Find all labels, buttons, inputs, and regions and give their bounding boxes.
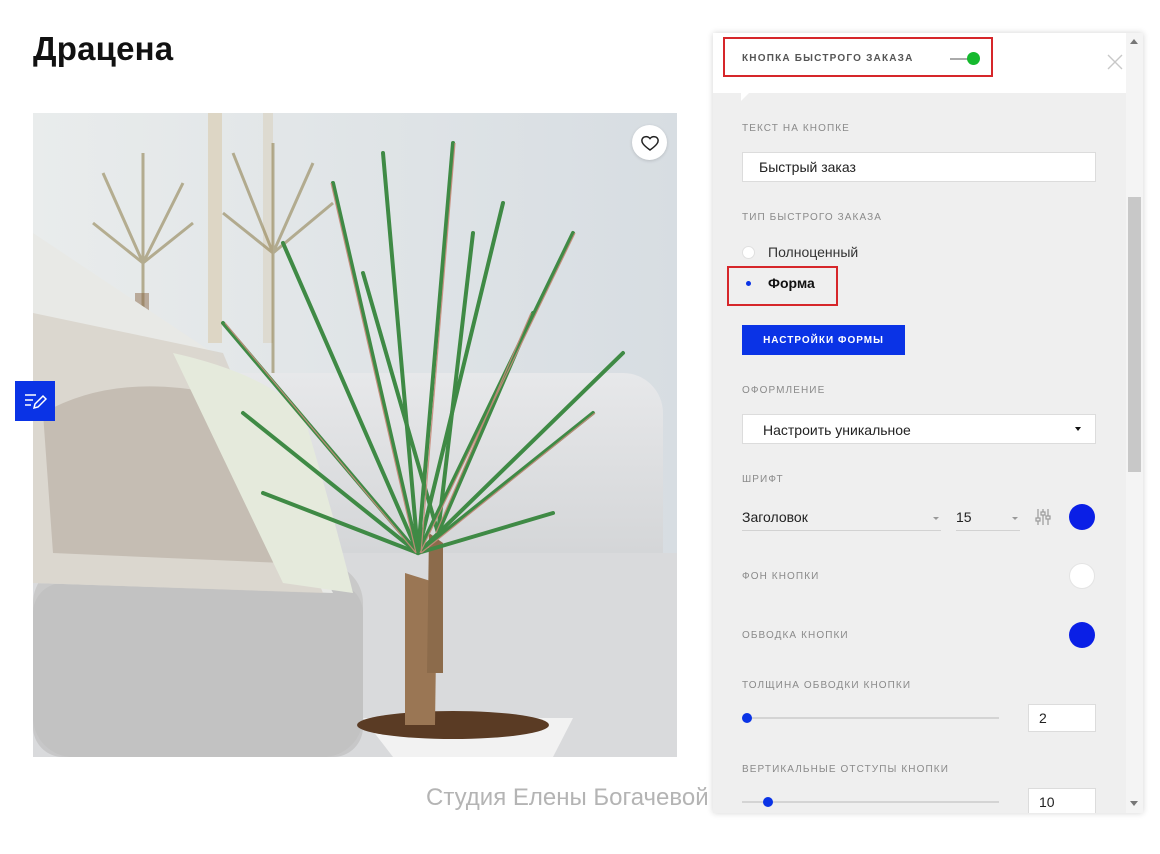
design-select-value: Настроить уникальное	[763, 422, 911, 438]
font-color-swatch[interactable]	[1069, 504, 1095, 530]
border-width-input[interactable]: 2	[1028, 704, 1096, 732]
close-icon[interactable]	[1106, 53, 1124, 71]
product-photo[interactable]	[33, 113, 677, 757]
panel-scrollbar[interactable]	[1126, 33, 1143, 813]
vertical-padding-label: ВЕРТИКАЛЬНЫЕ ОТСТУПЫ КНОПКИ	[742, 764, 949, 775]
vertical-padding-slider[interactable]	[742, 795, 999, 809]
product-title: Драцена	[33, 30, 174, 67]
quick-order-button-label: КНОПКА БЫСТРОГО ЗАКАЗА	[742, 53, 914, 64]
font-size-arrow-icon	[1012, 517, 1018, 520]
order-type-option-full-label: Полноценный	[768, 244, 859, 260]
order-type-option-form[interactable]: Форма	[742, 273, 815, 293]
dracaena-photo-illustration	[33, 113, 677, 757]
border-width-slider[interactable]	[742, 711, 999, 725]
button-border-label: ОБВОДКА КНОПКИ	[742, 630, 849, 641]
sliders-icon[interactable]	[1034, 508, 1052, 526]
studio-caption: Студия Елены Богачевой	[426, 784, 709, 811]
button-border-swatch[interactable]	[1069, 622, 1095, 648]
font-size-select[interactable]: 15	[956, 507, 1020, 531]
scroll-up-arrow-icon[interactable]	[1130, 39, 1138, 44]
button-background-label: ФОН КНОПКИ	[742, 571, 820, 582]
font-size-value: 15	[956, 509, 972, 525]
vertical-padding-slider-handle[interactable]	[763, 797, 773, 807]
font-label: ШРИФТ	[742, 474, 784, 485]
quick-order-toggle[interactable]	[950, 51, 982, 67]
border-width-slider-handle[interactable]	[742, 713, 752, 723]
quick-order-settings-panel: КНОПКА БЫСТРОГО ЗАКАЗА ТЕКСТ НА КНОПКЕ Б…	[713, 33, 1143, 813]
font-family-arrow-icon	[933, 517, 939, 520]
dropdown-arrow-icon	[1075, 427, 1081, 431]
form-settings-button[interactable]: НАСТРОЙКИ ФОРМЫ	[742, 325, 905, 355]
order-type-option-full[interactable]: Полноценный	[742, 242, 858, 262]
edit-block-button[interactable]	[15, 381, 55, 421]
order-type-option-form-label: Форма	[768, 275, 815, 291]
heart-icon	[640, 135, 659, 151]
design-select[interactable]: Настроить уникальное	[742, 414, 1096, 444]
border-width-label: ТОЛЩИНА ОБВОДКИ КНОПКИ	[742, 680, 912, 691]
design-label: ОФОРМЛЕНИЕ	[742, 385, 826, 396]
vertical-padding-input[interactable]: 10	[1028, 788, 1096, 813]
button-text-label: ТЕКСТ НА КНОПКЕ	[742, 123, 850, 134]
vertical-padding-slider-rail	[742, 801, 999, 803]
border-width-slider-rail	[742, 717, 999, 719]
font-family-select[interactable]: Заголовок	[742, 507, 941, 531]
radio-form[interactable]	[742, 277, 755, 290]
font-family-value: Заголовок	[742, 509, 808, 525]
header-tab-notch	[741, 93, 749, 101]
panel-header: КНОПКА БЫСТРОГО ЗАКАЗА	[713, 33, 1126, 93]
order-type-label: ТИП БЫСТРОГО ЗАКАЗА	[742, 212, 883, 223]
scroll-thumb[interactable]	[1128, 197, 1141, 472]
radio-full[interactable]	[742, 245, 755, 259]
favorite-button[interactable]	[632, 125, 667, 160]
scroll-down-arrow-icon[interactable]	[1130, 801, 1138, 806]
edit-block-icon	[25, 394, 47, 410]
toggle-knob	[967, 52, 980, 65]
button-background-swatch[interactable]	[1069, 563, 1095, 589]
button-text-input[interactable]: Быстрый заказ	[742, 152, 1096, 182]
